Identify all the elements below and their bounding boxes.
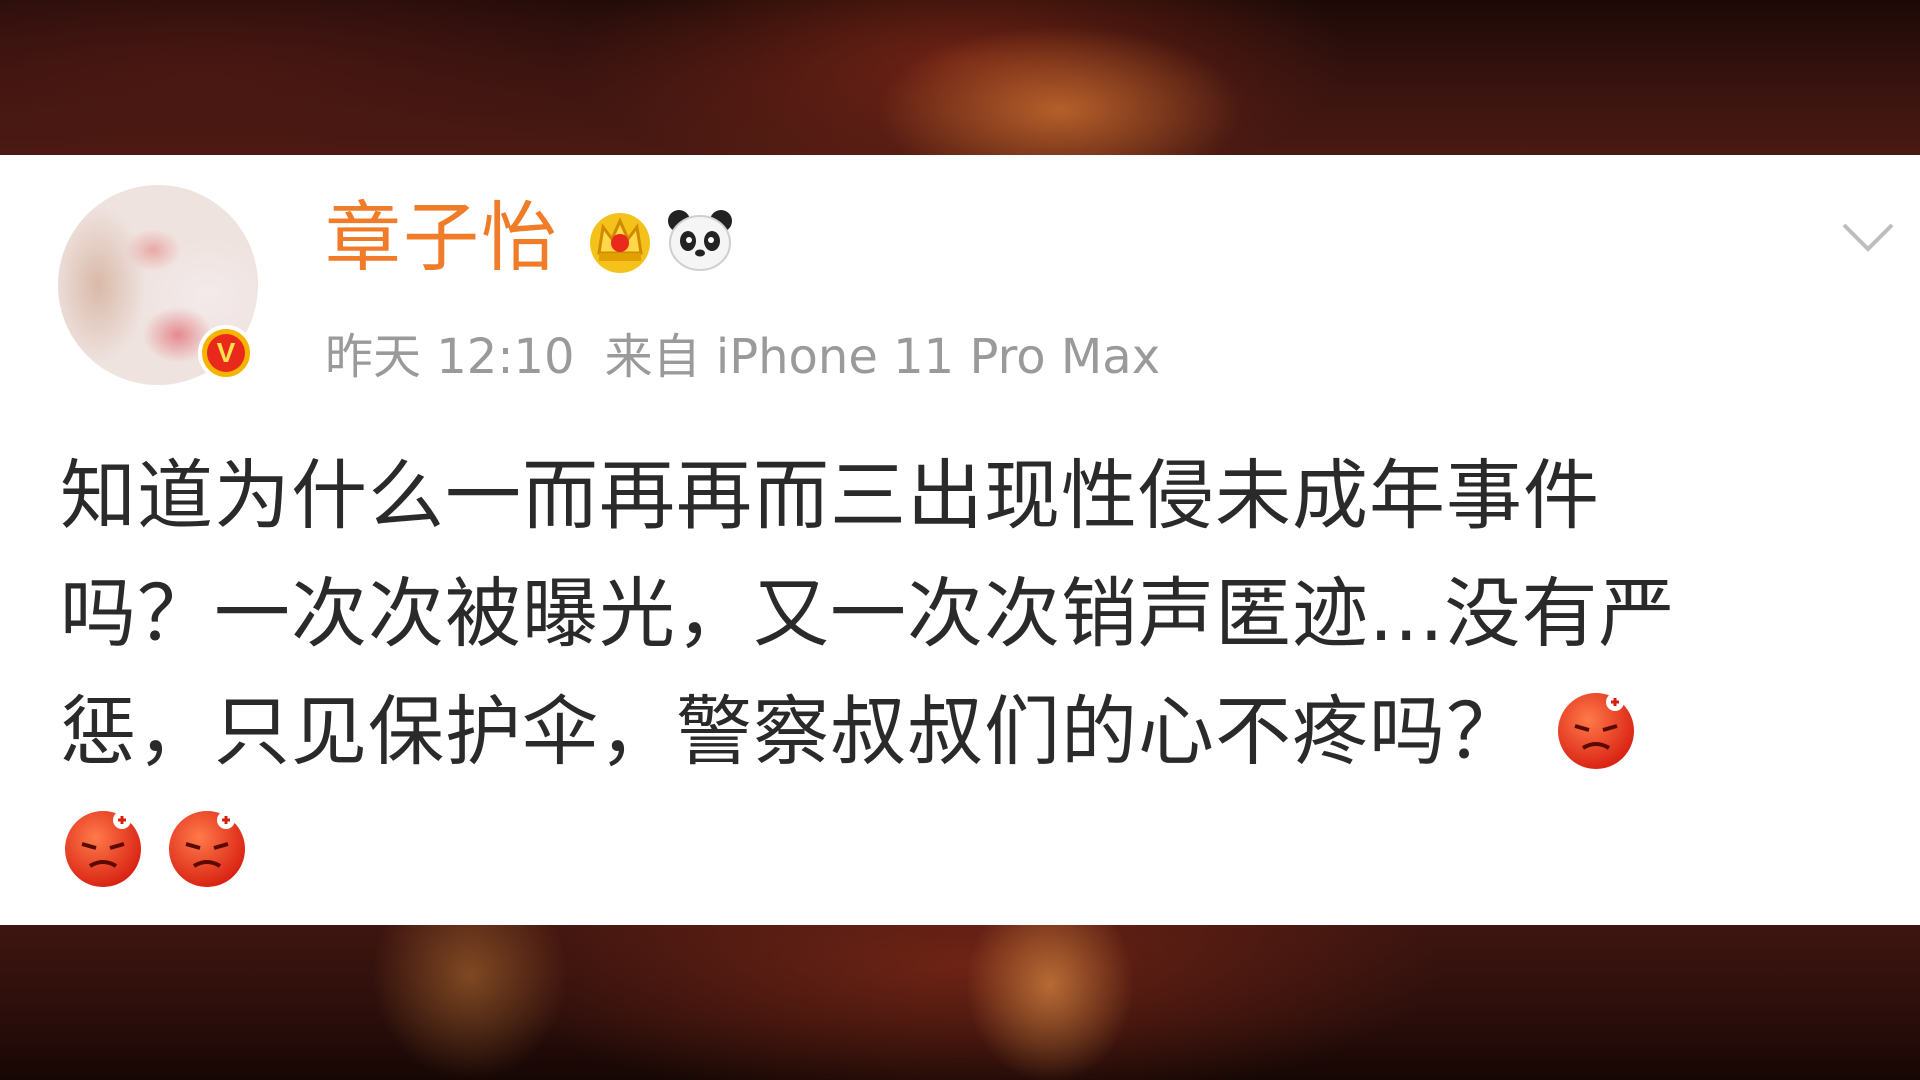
angry-face-icon — [1558, 693, 1634, 769]
post-text-segment: 惩，只见保护伞，警察叔叔们的心不疼吗？ — [60, 687, 1523, 776]
post-text-line: 知道为什么一而再再而三出现性侵未成年事件 — [60, 451, 1600, 540]
username[interactable]: 章子怡 — [325, 200, 559, 276]
post-meta: 昨天 12:10 来自 iPhone 11 Pro Max — [325, 333, 1160, 381]
crown-icon[interactable] — [585, 205, 655, 275]
weibo-post-card: V 章子怡 昨天 12:10 来自 iPhone 11 Pro Max 知道为什… — [0, 155, 1920, 925]
post-time: 昨天 12:10 — [325, 329, 575, 385]
verified-mark: V — [207, 334, 245, 372]
user-badges — [585, 205, 735, 275]
background-top — [0, 0, 1920, 155]
post-text-line-with-emoji: 惩，只见保护伞，警察叔叔们的心不疼吗？ — [60, 673, 1880, 791]
post-source[interactable]: 来自 iPhone 11 Pro Max — [605, 329, 1161, 385]
post-content: 知道为什么一而再再而三出现性侵未成年事件 吗？一次次被曝光，又一次次销声匿迹..… — [60, 437, 1880, 909]
post-text-line: 吗？一次次被曝光，又一次次销声匿迹...没有严 — [60, 569, 1676, 658]
panda-icon[interactable] — [665, 205, 735, 275]
emoji-row — [60, 791, 1880, 909]
angry-face-icon — [169, 811, 245, 887]
video-frame: V 章子怡 昨天 12:10 来自 iPhone 11 Pro Max 知道为什… — [0, 0, 1920, 1080]
background-bottom — [0, 925, 1920, 1080]
chevron-down-icon[interactable] — [1838, 217, 1898, 257]
angry-face-icon — [65, 811, 141, 887]
avatar[interactable]: V — [58, 185, 258, 385]
verified-badge-icon: V — [198, 325, 254, 381]
